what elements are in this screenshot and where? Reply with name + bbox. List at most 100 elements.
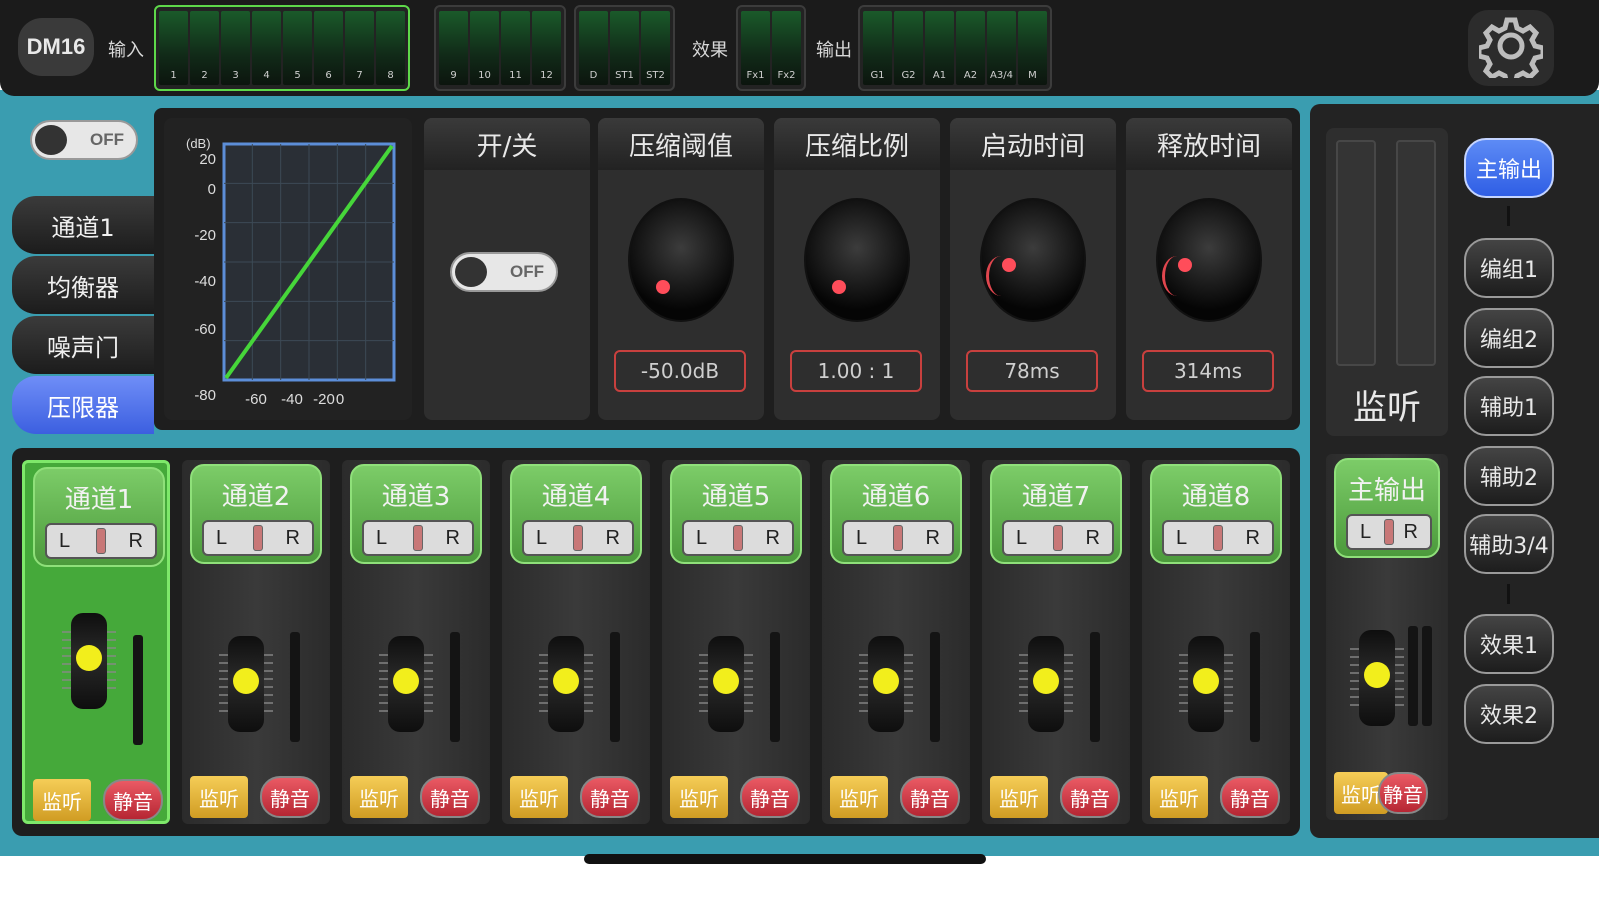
channel-header[interactable]: 通道5 L R [670, 464, 802, 564]
mute-button[interactable]: 静音 [1060, 776, 1120, 818]
mute-button[interactable]: 静音 [260, 776, 320, 818]
pan-thumb[interactable] [96, 528, 106, 554]
pan-control[interactable]: LR [682, 520, 794, 556]
channel-strip[interactable]: 通道6 L R 监听 静音 [822, 460, 970, 824]
meter-group[interactable]: G1 G2 A1 A2 A3/4 M [858, 5, 1052, 91]
monitor-button[interactable]: 监听 [990, 776, 1048, 818]
monitor-button[interactable]: 监听 [350, 776, 408, 818]
channel-meter[interactable]: A2 [956, 11, 985, 85]
attack-value[interactable]: 78ms [966, 350, 1098, 392]
mute-button[interactable]: 静音 [1220, 776, 1280, 818]
master-strip[interactable]: 主输出 L R 监听 静音 [1326, 454, 1448, 820]
pan-control[interactable]: LR [202, 520, 314, 556]
threshold-value[interactable]: -50.0dB [614, 350, 746, 392]
channel-meter[interactable]: 4 [252, 11, 281, 85]
nav-compressor[interactable]: 压限器 [12, 376, 154, 434]
pan-thumb[interactable] [733, 525, 743, 551]
meter-group[interactable]: D ST1 ST2 [574, 5, 675, 91]
fader-knob[interactable] [71, 613, 107, 709]
ratio-value[interactable]: 1.00 : 1 [790, 350, 922, 392]
release-value[interactable]: 314ms [1142, 350, 1274, 392]
bus-group-2[interactable]: 编组2 [1464, 308, 1554, 368]
fader-knob[interactable] [1188, 636, 1224, 732]
compressor-switch[interactable]: OFF [450, 252, 558, 292]
channel-meter[interactable]: A1 [925, 11, 954, 85]
mute-button[interactable]: 静音 [420, 776, 480, 818]
fader-knob[interactable] [228, 636, 264, 732]
channel-meter[interactable]: 5 [283, 11, 312, 85]
channel-strip[interactable]: 通道2 L R 监听 静音 [182, 460, 330, 824]
monitor-button[interactable]: 监听 [190, 776, 248, 818]
channel-meter[interactable]: Fx1 [741, 11, 770, 85]
fader-knob[interactable] [388, 636, 424, 732]
channel-meter[interactable]: 7 [345, 11, 374, 85]
channel-meter[interactable]: G1 [863, 11, 892, 85]
home-indicator[interactable] [584, 854, 986, 864]
channel-meter[interactable]: M [1018, 11, 1047, 85]
bus-group-1[interactable]: 编组1 [1464, 238, 1554, 298]
pan-thumb[interactable] [413, 525, 423, 551]
monitor-button[interactable]: 监听 [1150, 776, 1208, 818]
channel-meter[interactable]: 3 [221, 11, 250, 85]
mute-button[interactable]: 静音 [740, 776, 800, 818]
ratio-knob[interactable] [804, 198, 910, 322]
settings-button[interactable] [1468, 10, 1554, 87]
bus-fx-2[interactable]: 效果2 [1464, 684, 1554, 744]
nav-noise-gate[interactable]: 噪声门 [12, 316, 154, 374]
pan-control[interactable]: LR [1002, 520, 1114, 556]
pan-thumb[interactable] [1384, 519, 1394, 545]
fader-knob[interactable] [1359, 630, 1395, 726]
meter-group[interactable]: 1 2 3 4 5 6 7 8 [154, 5, 410, 91]
mute-button[interactable]: 静音 [900, 776, 960, 818]
channel-header[interactable]: 通道1 L R [33, 467, 165, 567]
bus-main-out[interactable]: 主输出 [1464, 138, 1554, 198]
pan-control[interactable]: LR [362, 520, 474, 556]
channel-header[interactable]: 主输出 L R [1334, 458, 1440, 558]
mute-button[interactable]: 静音 [103, 779, 163, 821]
pan-control[interactable]: LR [1162, 520, 1274, 556]
fader-knob[interactable] [1028, 636, 1064, 732]
channel-header[interactable]: 通道6 L R [830, 464, 962, 564]
channel-meter[interactable]: ST1 [610, 11, 639, 85]
monitor-button[interactable]: 监听 [510, 776, 568, 818]
monitor-button[interactable]: 监听 [670, 776, 728, 818]
bus-fx-1[interactable]: 效果1 [1464, 614, 1554, 674]
power-switch[interactable]: OFF [30, 120, 138, 160]
threshold-knob[interactable] [628, 198, 734, 322]
pan-control[interactable]: LR [45, 523, 157, 559]
channel-meter[interactable]: 12 [532, 11, 561, 85]
monitor-button[interactable]: 监听 [33, 779, 91, 821]
fader-knob[interactable] [548, 636, 584, 732]
pan-thumb[interactable] [253, 525, 263, 551]
channel-meter[interactable]: 6 [314, 11, 343, 85]
device-name[interactable]: DM16 [18, 18, 94, 76]
channel-meter[interactable]: 2 [190, 11, 219, 85]
channel-meter[interactable]: G2 [894, 11, 923, 85]
nav-equalizer[interactable]: 均衡器 [12, 256, 154, 314]
channel-header[interactable]: 通道7 L R [990, 464, 1122, 564]
channel-strip[interactable]: 通道7 L R 监听 静音 [982, 460, 1130, 824]
channel-meter[interactable]: 10 [470, 11, 499, 85]
channel-strip[interactable]: 通道4 L R 监听 静音 [502, 460, 650, 824]
pan-control[interactable]: LR [842, 520, 954, 556]
channel-header[interactable]: 通道2 L R [190, 464, 322, 564]
pan-thumb[interactable] [573, 525, 583, 551]
nav-channel[interactable]: 通道1 [12, 196, 154, 254]
bus-aux-1[interactable]: 辅助1 [1464, 376, 1554, 436]
mute-button[interactable]: 静音 [1378, 772, 1428, 814]
channel-strip[interactable]: 通道1 L R 监听 静音 [22, 460, 170, 824]
pan-control[interactable]: LR [522, 520, 634, 556]
channel-meter[interactable]: Fx2 [772, 11, 801, 85]
monitor-button[interactable]: 监听 [830, 776, 888, 818]
channel-strip[interactable]: 通道3 L R 监听 静音 [342, 460, 490, 824]
channel-strip[interactable]: 通道5 L R 监听 静音 [662, 460, 810, 824]
attack-knob[interactable] [980, 198, 1086, 322]
meter-group[interactable]: 9 10 11 12 [434, 5, 566, 91]
pan-control[interactable]: LR [1346, 514, 1432, 550]
channel-header[interactable]: 通道4 L R [510, 464, 642, 564]
meter-group[interactable]: Fx1 Fx2 [736, 5, 806, 91]
channel-meter[interactable]: 11 [501, 11, 530, 85]
fader-knob[interactable] [708, 636, 744, 732]
channel-meter[interactable]: 8 [376, 11, 405, 85]
channel-strip[interactable]: 通道8 L R 监听 静音 [1142, 460, 1290, 824]
